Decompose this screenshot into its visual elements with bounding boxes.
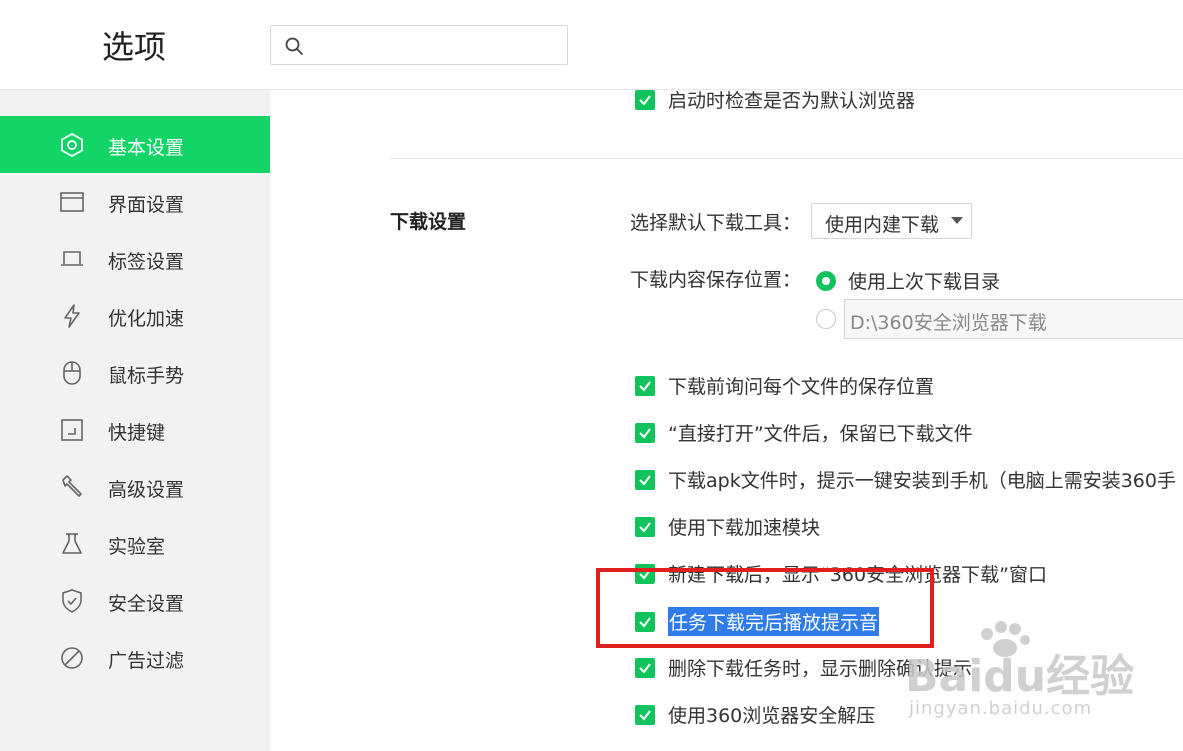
tab-icon	[61, 251, 83, 266]
checkbox[interactable]	[635, 516, 655, 537]
check-icon	[639, 521, 651, 533]
download-location-label: 下载内容保存位置：	[630, 269, 802, 291]
sidebar-item-label: 标签设置	[108, 251, 185, 273]
search-input[interactable]	[311, 32, 565, 60]
sidebar-item-label: 广告过滤	[108, 650, 185, 672]
option-show-download-window[interactable]: 新建下载后，显示“360安全浏览器下载”窗口	[635, 560, 1047, 587]
radio-button-selected[interactable]	[816, 270, 836, 291]
option-keep-opened-files[interactable]: “直接打开”文件后，保留已下载文件	[635, 419, 973, 446]
sidebar-item-label: 基本设置	[108, 137, 185, 159]
option-safe-unzip[interactable]: 使用360浏览器安全解压	[635, 701, 875, 728]
radio-last-directory[interactable]: 使用上次下载目录	[816, 267, 1000, 294]
check-icon	[639, 568, 651, 580]
wrench-icon	[62, 475, 82, 497]
sidebar-item-mouse-gesture[interactable]: 鼠标手势	[0, 344, 270, 401]
option-default-browser-check[interactable]: 启动时检查是否为默认浏览器	[635, 89, 915, 113]
sidebar-item-label: 快捷键	[108, 422, 166, 444]
sidebar-item-label: 高级设置	[108, 479, 185, 501]
block-icon	[61, 647, 83, 669]
option-label: 启动时检查是否为默认浏览器	[668, 90, 916, 112]
sidebar-item-shortcuts[interactable]: 快捷键	[0, 401, 270, 458]
sidebar-item-interface[interactable]: 界面设置	[0, 173, 270, 230]
option-label: 使用360浏览器安全解压	[668, 705, 876, 727]
shield-icon	[62, 589, 82, 613]
option-ask-save-location[interactable]: 下载前询问每个文件的保存位置	[635, 372, 934, 399]
sidebar-item-label: 安全设置	[108, 593, 185, 615]
option-label-highlighted: 任务下载完后播放提示音	[668, 607, 880, 636]
check-icon	[639, 709, 651, 721]
dropdown-arrow-icon	[951, 217, 963, 224]
checkbox[interactable]	[635, 611, 655, 632]
sidebar-item-label: 鼠标手势	[108, 365, 185, 387]
shortcut-icon	[61, 419, 83, 441]
sidebar-item-tabs[interactable]: 标签设置	[0, 230, 270, 287]
sidebar: 基本设置 界面设置 标签设置 优化加速 鼠标手势 快捷键 高级设置 实验室 安全…	[0, 89, 270, 751]
radio-label: 使用上次下载目录	[848, 271, 1001, 293]
sidebar-item-optimize[interactable]: 优化加速	[0, 287, 270, 344]
check-icon	[639, 94, 651, 106]
download-tool-label: 选择默认下载工具：	[630, 212, 802, 234]
download-path-input[interactable]: D:\360安全浏览器下载	[844, 299, 1183, 339]
option-label: 使用下载加速模块	[668, 517, 821, 539]
sidebar-item-ad-filter[interactable]: 广告过滤	[0, 629, 270, 686]
search-icon	[285, 37, 303, 55]
mouse-icon	[63, 361, 81, 385]
sidebar-item-lab[interactable]: 实验室	[0, 515, 270, 572]
option-apk-install-prompt[interactable]: 下载apk文件时，提示一键安装到手机（电脑上需安装360手	[635, 466, 1176, 493]
checkbox[interactable]	[635, 657, 655, 678]
sidebar-item-label: 优化加速	[108, 308, 185, 330]
checkbox[interactable]	[635, 563, 655, 584]
option-label: “直接打开”文件后，保留已下载文件	[668, 423, 973, 445]
sidebar-item-label: 界面设置	[108, 194, 185, 216]
checkbox[interactable]	[635, 422, 655, 443]
option-label: 删除下载任务时，显示删除确认提示	[668, 658, 973, 680]
checkbox[interactable]	[635, 89, 655, 110]
gear-hex-icon	[61, 132, 83, 158]
section-title-download: 下载设置	[390, 211, 467, 233]
checkbox[interactable]	[635, 469, 655, 490]
sidebar-item-security[interactable]: 安全设置	[0, 572, 270, 629]
option-label: 下载前询问每个文件的保存位置	[668, 376, 935, 398]
check-icon	[639, 427, 651, 439]
sidebar-item-advanced[interactable]: 高级设置	[0, 458, 270, 515]
check-icon	[639, 616, 651, 628]
option-confirm-delete[interactable]: 删除下载任务时，显示删除确认提示	[635, 654, 972, 681]
option-label: 下载apk文件时，提示一键安装到手机（电脑上需安装360手	[668, 470, 1176, 492]
search-box[interactable]	[270, 25, 568, 65]
checkbox[interactable]	[635, 375, 655, 396]
sidebar-item-basic[interactable]: 基本设置	[0, 116, 270, 173]
select-value: 使用内建下载	[825, 214, 940, 236]
option-label: 新建下载后，显示“360安全浏览器下载”窗口	[668, 564, 1047, 586]
header: 选项	[0, 0, 1183, 90]
check-icon	[639, 474, 651, 486]
check-icon	[639, 662, 651, 674]
check-icon	[639, 380, 651, 392]
sidebar-item-label: 实验室	[108, 536, 166, 558]
divider	[390, 158, 1183, 159]
content-panel: 启动时检查是否为默认浏览器 下载设置 选择默认下载工具： 使用内建下载 下载内容…	[270, 89, 1183, 751]
lightning-icon	[64, 304, 80, 328]
option-play-sound-on-complete[interactable]: 任务下载完后播放提示音	[635, 607, 880, 636]
radio-custom-path[interactable]	[816, 309, 836, 329]
radio-button[interactable]	[816, 309, 836, 329]
download-tool-select[interactable]: 使用内建下载	[811, 203, 972, 239]
option-download-acceleration[interactable]: 使用下载加速模块	[635, 513, 820, 540]
flask-icon	[62, 533, 82, 554]
checkbox[interactable]	[635, 704, 655, 725]
page-title: 选项	[102, 28, 167, 66]
window-icon	[60, 192, 84, 212]
